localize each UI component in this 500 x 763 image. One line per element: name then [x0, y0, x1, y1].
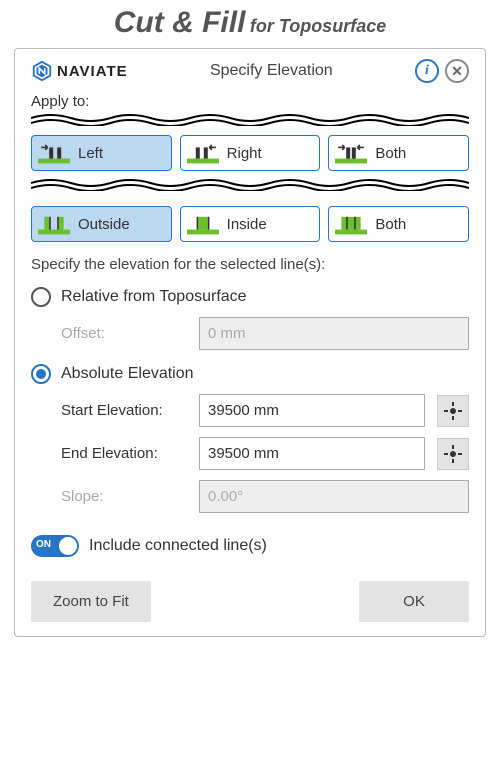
naviate-logo-icon	[31, 60, 53, 82]
side-inside-button[interactable]: Inside	[180, 206, 321, 242]
wavy-divider-icon	[31, 110, 469, 126]
slope-input: 0.00°	[199, 480, 469, 513]
end-elevation-label: End Elevation:	[61, 445, 191, 462]
close-button[interactable]: ✕	[445, 59, 469, 83]
side-inside-label: Inside	[227, 216, 267, 233]
dialog-title: Specify Elevation	[136, 62, 407, 80]
pick-start-elevation-button[interactable]	[437, 395, 469, 427]
dialog-header: NAVIATE Specify Elevation i ✕	[31, 59, 469, 83]
relative-radio[interactable]	[31, 287, 51, 307]
brand: NAVIATE	[31, 60, 128, 82]
side-both-button[interactable]: Both	[328, 206, 469, 242]
direction-both-label: Both	[375, 145, 406, 162]
direction-right-button[interactable]: Right	[180, 135, 321, 171]
offset-label: Offset:	[61, 325, 191, 342]
close-icon: ✕	[451, 64, 463, 78]
direction-left-label: Left	[78, 145, 103, 162]
slope-label: Slope:	[61, 488, 191, 505]
spec-label: Specify the elevation for the selected l…	[31, 256, 469, 273]
direction-left-icon	[38, 142, 70, 164]
info-icon: i	[425, 63, 429, 79]
direction-left-button[interactable]: Left	[31, 135, 172, 171]
info-button[interactable]: i	[415, 59, 439, 83]
direction-row: Left Right Both	[31, 135, 469, 171]
side-row: Outside Inside Both	[31, 206, 469, 242]
pick-end-elevation-button[interactable]	[437, 438, 469, 470]
side-inside-icon	[187, 213, 219, 235]
toggle-knob	[59, 537, 77, 555]
dialog: NAVIATE Specify Elevation i ✕ Apply to: …	[14, 48, 486, 637]
include-toggle-row: ON Include connected line(s)	[31, 535, 469, 557]
side-outside-button[interactable]: Outside	[31, 206, 172, 242]
end-elevation-input[interactable]: 39500 mm	[199, 437, 425, 470]
offset-input: 0 mm	[199, 317, 469, 350]
title-main: Cut & Fill	[114, 6, 246, 39]
direction-both-icon	[335, 142, 367, 164]
wavy-divider-icon	[31, 175, 469, 191]
side-both-label: Both	[375, 216, 406, 233]
include-toggle[interactable]: ON	[31, 535, 79, 557]
side-outside-icon	[38, 213, 70, 235]
direction-right-label: Right	[227, 145, 262, 162]
crosshair-icon	[444, 402, 462, 420]
side-both-icon	[335, 213, 367, 235]
toggle-on-text: ON	[36, 539, 51, 550]
brand-text: NAVIATE	[57, 63, 128, 80]
title-sub: for Toposurface	[250, 16, 386, 36]
direction-both-button[interactable]: Both	[328, 135, 469, 171]
ok-button[interactable]: OK	[359, 581, 469, 622]
apply-to-label: Apply to:	[31, 93, 469, 110]
relative-radio-row: Relative from Toposurface	[31, 287, 469, 307]
start-elevation-label: Start Elevation:	[61, 402, 191, 419]
start-elevation-input[interactable]: 39500 mm	[199, 394, 425, 427]
absolute-radio-row: Absolute Elevation	[31, 364, 469, 384]
page-main-title: Cut & Fill for Toposurface	[0, 0, 500, 44]
absolute-label: Absolute Elevation	[61, 365, 194, 383]
side-outside-label: Outside	[78, 216, 130, 233]
crosshair-icon	[444, 445, 462, 463]
relative-label: Relative from Toposurface	[61, 288, 247, 306]
absolute-radio[interactable]	[31, 364, 51, 384]
include-label: Include connected line(s)	[89, 537, 267, 555]
zoom-to-fit-button[interactable]: Zoom to Fit	[31, 581, 151, 622]
direction-right-icon	[187, 142, 219, 164]
button-bar: Zoom to Fit OK	[31, 581, 469, 622]
